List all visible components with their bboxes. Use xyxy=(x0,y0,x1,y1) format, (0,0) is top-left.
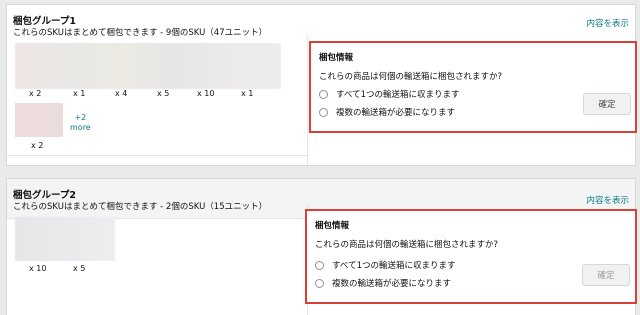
pack-group-1-more-link[interactable]: +2 more xyxy=(70,113,91,133)
item-quantity: x 4 xyxy=(115,89,128,98)
pack-group-1-packing-info: 梱包情報 これらの商品は何個の輸送箱に梱包されますか? すべて1つの輸送箱に収ま… xyxy=(309,41,637,133)
packing-info-title: 梱包情報 xyxy=(315,221,350,231)
option-single-box-label: すべて1つの輸送箱に収まります xyxy=(332,261,456,271)
pack-group-2-title: 梱包グループ2 xyxy=(13,190,77,201)
confirm-button[interactable]: 確定 xyxy=(582,264,630,286)
item-quantity: x 10 xyxy=(29,264,47,273)
item-quantity: x 5 xyxy=(157,89,170,98)
packing-info-question: これらの商品は何個の輸送箱に梱包されますか? xyxy=(319,72,503,82)
pack-group-2-product-thumbnails xyxy=(15,217,115,261)
pack-group-2-packing-info: 梱包情報 これらの商品は何個の輸送箱に梱包されますか? すべて1つの輸送箱に収ま… xyxy=(305,209,637,304)
confirm-button[interactable]: 確定 xyxy=(583,93,631,115)
pack-group-1-show-contents-link[interactable]: 内容を表示 xyxy=(586,17,629,29)
option-multiple-boxes[interactable]: 複数の輸送箱が必要になります xyxy=(315,277,451,289)
radio-button[interactable] xyxy=(319,89,328,99)
packing-info-title: 梱包情報 xyxy=(319,53,354,63)
radio-button[interactable] xyxy=(315,260,324,270)
pack-group-1-extra-thumbnail xyxy=(15,103,63,137)
item-quantity: x 5 xyxy=(73,264,86,273)
option-multiple-boxes[interactable]: 複数の輸送箱が必要になります xyxy=(319,106,455,118)
item-quantity: x 2 xyxy=(29,89,42,98)
pack-group-1: 梱包グループ1 これらのSKUはまとめて梱包できます - 9個のSKU（47ユニ… xyxy=(6,4,637,166)
more-count: +2 xyxy=(74,113,87,122)
option-multiple-boxes-label: 複数の輸送箱が必要になります xyxy=(332,279,452,289)
item-quantity: x 10 xyxy=(197,89,215,98)
pack-group-1-product-thumbnails xyxy=(15,43,281,89)
item-quantity: x 1 xyxy=(73,89,86,98)
item-quantity: x 2 xyxy=(31,141,44,150)
option-single-box-label: すべて1つの輸送箱に収まります xyxy=(336,90,460,100)
radio-button[interactable] xyxy=(315,278,324,288)
option-single-box[interactable]: すべて1つの輸送箱に収まります xyxy=(319,88,459,100)
option-multiple-boxes-label: 複数の輸送箱が必要になります xyxy=(336,108,456,118)
pack-group-1-subtitle: これらのSKUはまとめて梱包できます - 9個のSKU（47ユニット） xyxy=(13,28,268,38)
pack-group-2: 梱包グループ2 これらのSKUはまとめて梱包できます - 2個のSKU（15ユニ… xyxy=(6,178,637,315)
option-single-box[interactable]: すべて1つの輸送箱に収まります xyxy=(315,259,455,271)
packing-info-question: これらの商品は何個の輸送箱に梱包されますか? xyxy=(315,240,499,250)
pack-group-2-subtitle: これらのSKUはまとめて梱包できます - 2個のSKU（15ユニット） xyxy=(13,202,268,212)
radio-button[interactable] xyxy=(319,107,328,117)
pack-group-1-title: 梱包グループ1 xyxy=(13,16,77,27)
more-label: more xyxy=(70,123,91,132)
divider xyxy=(7,155,307,156)
item-quantity: x 1 xyxy=(241,89,254,98)
